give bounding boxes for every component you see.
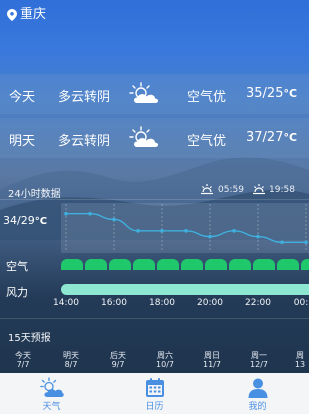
cloudy-sun-icon	[129, 82, 159, 103]
hourly-temp-unit: °C	[34, 216, 48, 227]
temperature-range: 37/27°C	[246, 130, 297, 145]
nav-tab-calendar[interactable]: 日历	[103, 373, 206, 414]
forecast-day[interactable]: 周一 12/7	[239, 351, 279, 369]
profile-icon	[248, 378, 267, 398]
city-name[interactable]: 重庆	[20, 7, 46, 23]
time-label: 14:00	[53, 298, 79, 308]
forecast-day-name: 今天	[15, 351, 31, 360]
top-bar: 重庆	[0, 0, 309, 32]
air-quality-segment	[133, 259, 155, 270]
forecast-day-name: 周日	[204, 351, 220, 360]
forecast-day-date: 9/7	[111, 360, 125, 369]
air-quality-segment	[61, 259, 83, 270]
forecast-title: 15天预报	[8, 333, 51, 344]
air-quality-segment	[253, 259, 275, 270]
forecast-day[interactable]: 周 13	[291, 351, 309, 369]
day-label: 今天	[9, 90, 36, 105]
nav-label: 日历	[145, 402, 164, 412]
temp-value: 37/27	[246, 130, 284, 145]
air-quality-segment	[301, 259, 309, 270]
sunset-icon	[253, 184, 265, 195]
nav-label: 我的	[248, 402, 267, 412]
wind-row-label: 风力	[6, 286, 28, 299]
forecast-day-name: 周	[296, 351, 304, 360]
wind-bar[interactable]	[61, 284, 309, 295]
air-quality-segment	[157, 259, 179, 270]
air-quality-segment	[181, 259, 203, 270]
forecast-day-date: 11/7	[203, 360, 221, 369]
forecast-day[interactable]: 周六 10/7	[145, 351, 185, 369]
forecast-day-date: 10/7	[156, 360, 174, 369]
hourly-chart-area[interactable]	[61, 203, 309, 253]
forecast-day[interactable]: 周日 11/7	[192, 351, 232, 369]
temp-unit: °C	[283, 131, 298, 144]
tomorrow-row[interactable]: 明天 多云转阴 空气优 37/27°C	[0, 118, 309, 158]
bottom-nav: 天气 日历 我的	[0, 373, 309, 414]
time-label: 22:00	[245, 298, 271, 308]
forecast-day-name: 周一	[251, 351, 267, 360]
air-quality-bar[interactable]	[61, 259, 309, 270]
hourly-temp-range: 34/29°C	[3, 214, 47, 227]
sunset-time: 19:58	[269, 185, 295, 195]
time-label: 00:	[293, 298, 309, 308]
temp-value: 35/25	[246, 86, 284, 101]
air-quality-segment	[277, 259, 299, 270]
forecast-day-date: 7/7	[16, 360, 30, 369]
nav-tab-weather[interactable]: 天气	[0, 373, 103, 414]
day-label: 明天	[9, 134, 36, 149]
forecast-day[interactable]: 今天 7/7	[3, 351, 43, 369]
air-row-label: 空气	[6, 260, 28, 273]
time-label: 16:00	[101, 298, 127, 308]
section-divider	[0, 318, 309, 319]
forecast-day-date: 12/7	[250, 360, 268, 369]
air-quality-segment	[85, 259, 107, 270]
calendar-icon	[145, 378, 164, 397]
cloudy-sun-icon	[129, 126, 159, 147]
sunrise-icon	[201, 184, 213, 195]
weather-screen: 重庆 今天 多云转阴 空气优 35/25°C 明天 多云转阴 空气优 37/27…	[0, 0, 309, 414]
air-quality-segment	[109, 259, 131, 270]
hourly-title: 24小时数据	[8, 189, 61, 200]
air-quality-segment	[229, 259, 251, 270]
nav-tab-profile[interactable]: 我的	[206, 373, 309, 414]
forecast-day-date: 13	[294, 360, 306, 369]
air-quality-segment	[205, 259, 227, 270]
air-quality-text: 空气优	[187, 90, 227, 105]
weather-icon	[39, 377, 64, 397]
today-row[interactable]: 今天 多云转阴 空气优 35/25°C	[0, 74, 309, 114]
temperature-range: 35/25°C	[246, 86, 297, 101]
time-label: 20:00	[197, 298, 223, 308]
time-label: 18:00	[149, 298, 175, 308]
section-divider	[0, 199, 309, 200]
hourly-temp-value: 34/29	[3, 214, 35, 227]
condition-text: 多云转阴	[58, 134, 111, 149]
forecast-day-name: 明天	[63, 351, 79, 360]
sunrise-time: 05:59	[218, 185, 244, 195]
forecast-day-date: 8/7	[64, 360, 78, 369]
nav-label: 天气	[42, 402, 61, 412]
temp-unit: °C	[283, 87, 298, 100]
forecast-day[interactable]: 明天 8/7	[51, 351, 91, 369]
forecast-day[interactable]: 后天 9/7	[98, 351, 138, 369]
forecast-day-name: 后天	[110, 351, 126, 360]
location-pin-icon	[7, 9, 17, 21]
condition-text: 多云转阴	[58, 90, 111, 105]
forecast-day-name: 周六	[157, 351, 173, 360]
air-quality-text: 空气优	[187, 134, 227, 149]
